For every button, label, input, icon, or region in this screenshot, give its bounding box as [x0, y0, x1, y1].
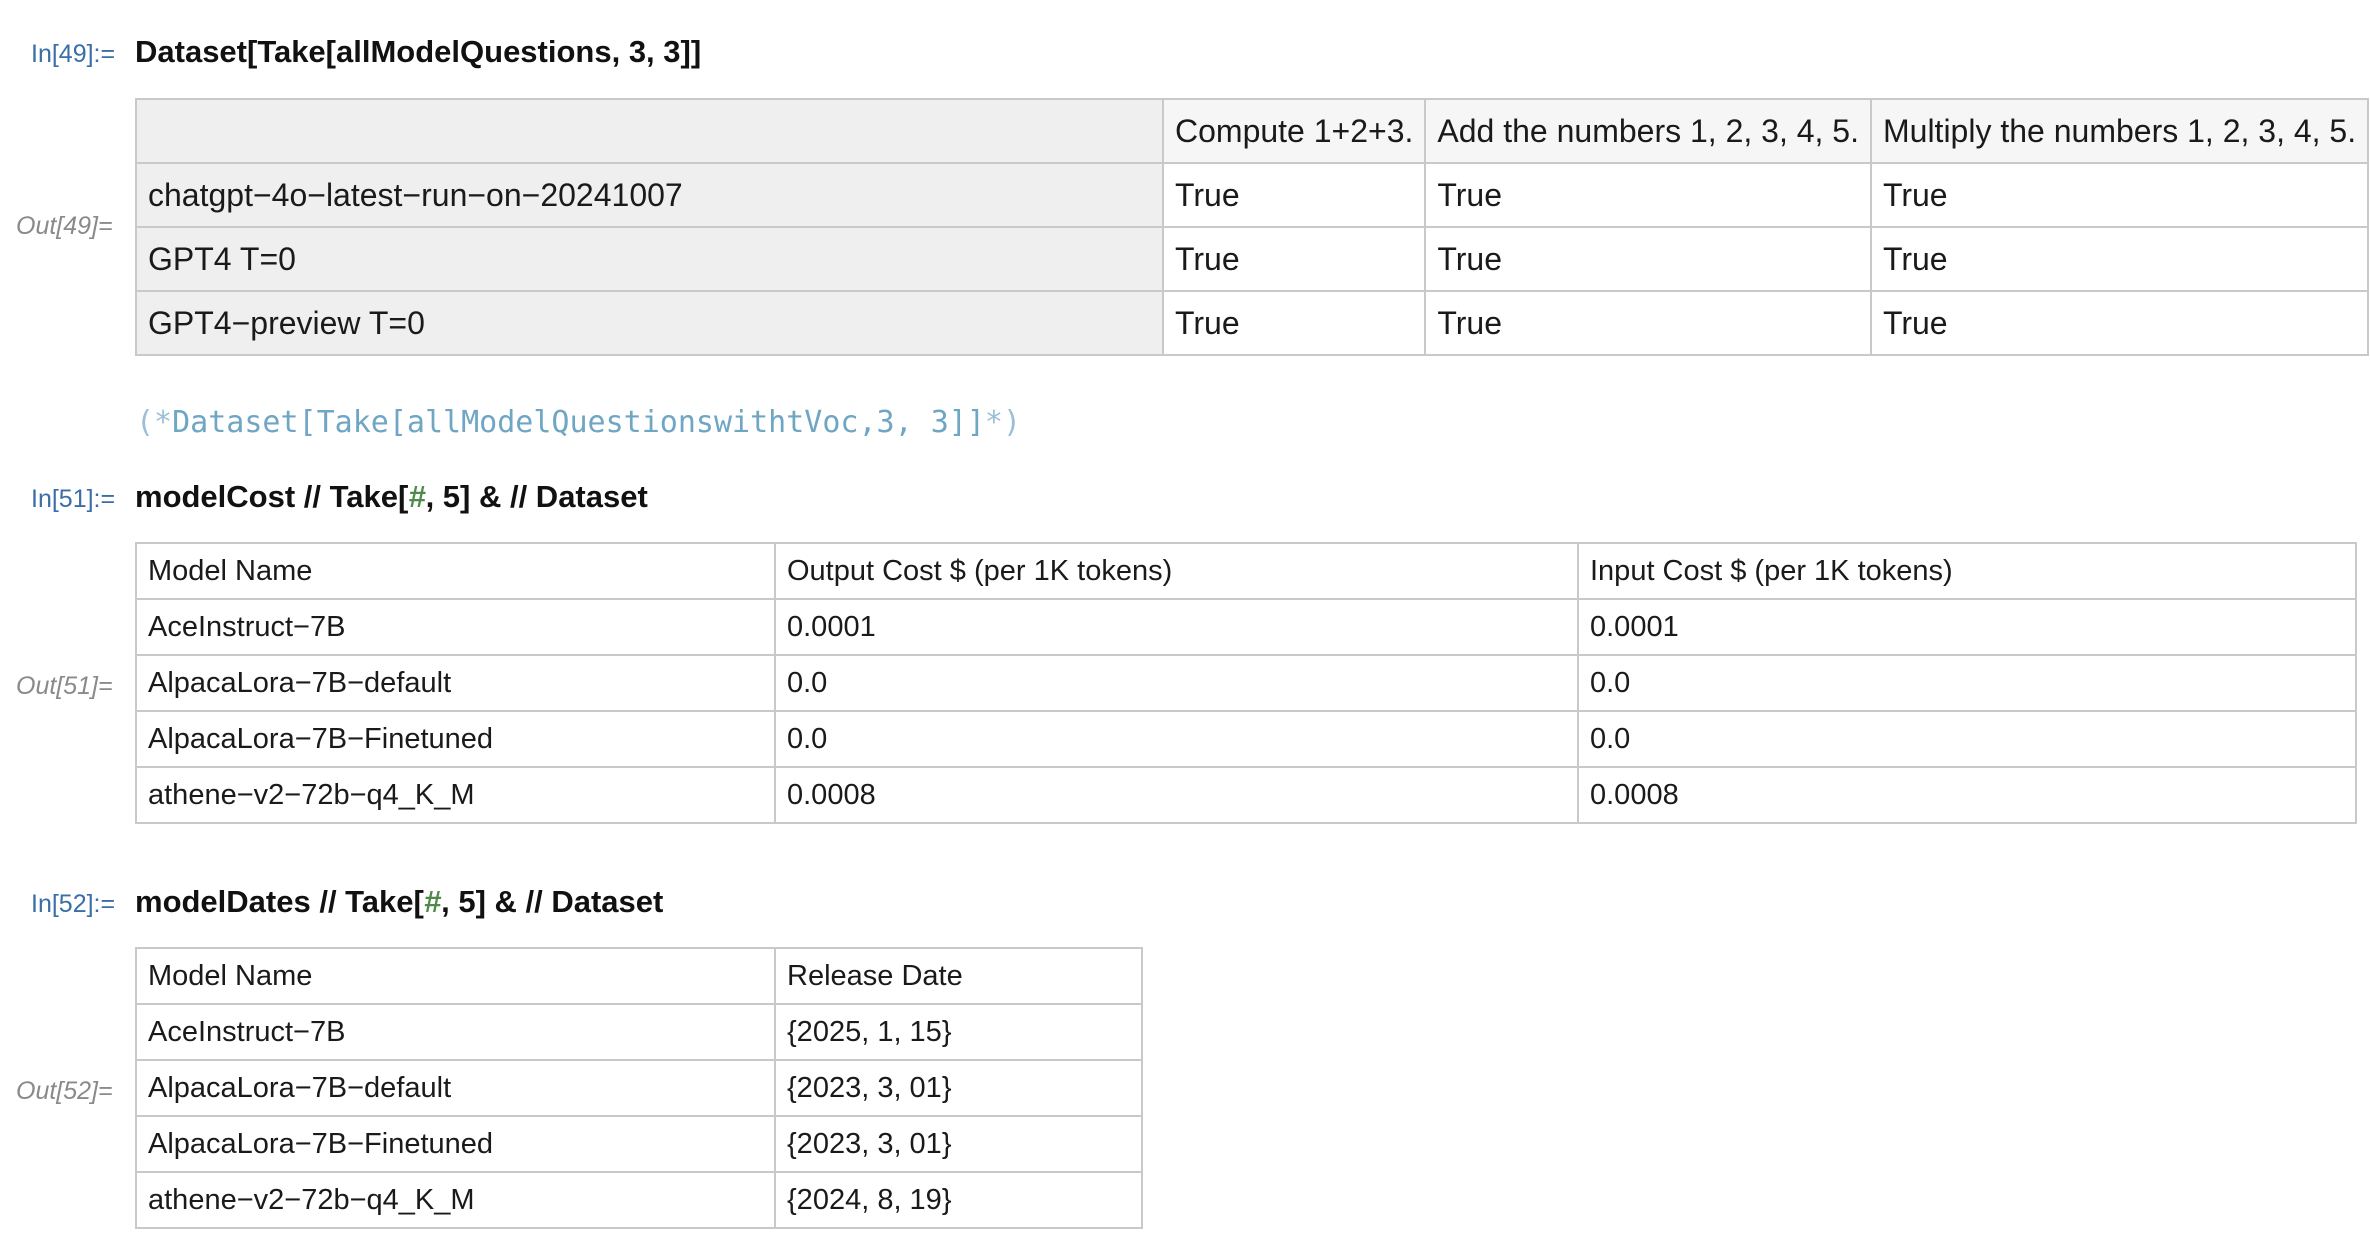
column-header[interactable]: Release Date: [774, 947, 1143, 1005]
table-row: AceInstruct−7B 0.0001 0.0001: [135, 598, 2357, 656]
comment-open: (*: [136, 405, 173, 440]
table-corner: [135, 98, 1164, 164]
table-cell: True: [1869, 162, 2370, 228]
table-cell[interactable]: AceInstruct−7B: [135, 598, 776, 656]
table-cell: True: [1424, 290, 1872, 356]
column-header[interactable]: Output Cost $ (per 1K tokens): [774, 542, 1579, 600]
table-cell: True: [1869, 290, 2370, 356]
table-cell[interactable]: AlpacaLora−7B−Finetuned: [135, 710, 776, 768]
input-expression[interactable]: modelCost // Take[#, 5] & // Dataset: [135, 479, 648, 515]
table-cell: True: [1161, 162, 1427, 228]
output-label: Out[49]=: [16, 212, 113, 240]
input-label: In[52]:=: [31, 890, 116, 918]
table-row: AlpacaLora−7B−Finetuned 0.0 0.0: [135, 710, 2357, 768]
comment-code: Dataset[Take[allModelQuestionswithtVoc,3…: [172, 405, 985, 440]
table-cell[interactable]: AceInstruct−7B: [135, 1003, 776, 1061]
code-comment[interactable]: (*Dataset[Take[allModelQuestionswithtVoc…: [136, 405, 1021, 440]
table-row: GPT4−preview T=0 True True True: [135, 290, 2370, 356]
table-cell: 0.0001: [1577, 598, 2357, 656]
column-header[interactable]: Input Cost $ (per 1K tokens): [1577, 542, 2357, 600]
row-header[interactable]: chatgpt−4o−latest−run−on−20241007: [135, 162, 1164, 228]
table-row: chatgpt−4o−latest−run−on−20241007 True T…: [135, 162, 2370, 228]
table-cell: 0.0001: [774, 598, 1579, 656]
table-cell: 0.0: [774, 710, 1579, 768]
table-cell: {2023, 3, 01}: [774, 1059, 1143, 1117]
input-label: In[51]:=: [31, 485, 116, 513]
input-expression[interactable]: Dataset[Take[allModelQuestions, 3, 3]]: [135, 34, 701, 70]
table-cell: {2024, 8, 19}: [774, 1171, 1143, 1229]
table-cell: True: [1424, 162, 1872, 228]
input-text: , 5] & // Dataset: [441, 884, 664, 919]
table-row: athene−v2−72b−q4_K_M 0.0008 0.0008: [135, 766, 2357, 824]
table-cell: True: [1161, 290, 1427, 356]
input-text: , 5] & // Dataset: [425, 479, 648, 514]
slot-symbol: #: [423, 884, 442, 919]
row-header[interactable]: GPT4 T=0: [135, 226, 1164, 292]
table-cell: True: [1424, 226, 1872, 292]
output-label: Out[52]=: [16, 1077, 113, 1105]
table-cell: True: [1869, 226, 2370, 292]
table-cell: 0.0: [774, 654, 1579, 712]
table-header-row: Model Name Release Date: [135, 947, 1143, 1005]
table-cell: 0.0: [1577, 710, 2357, 768]
column-header[interactable]: Multiply the numbers 1, 2, 3, 4, 5.: [1869, 98, 2370, 164]
column-header[interactable]: Compute 1+2+3.: [1161, 98, 1427, 164]
table-cell: 0.0: [1577, 654, 2357, 712]
comment-close: *): [984, 405, 1022, 440]
table-row: AlpacaLora−7B−Finetuned {2023, 3, 01}: [135, 1115, 1143, 1173]
input-expression[interactable]: modelDates // Take[#, 5] & // Dataset: [135, 884, 663, 920]
table-cell[interactable]: AlpacaLora−7B−default: [135, 654, 776, 712]
table-header-row: Compute 1+2+3. Add the numbers 1, 2, 3, …: [135, 98, 2370, 164]
dataset-table: Model Name Release Date AceInstruct−7B {…: [135, 947, 1143, 1229]
table-row: AceInstruct−7B {2025, 1, 15}: [135, 1003, 1143, 1061]
column-header[interactable]: Add the numbers 1, 2, 3, 4, 5.: [1424, 98, 1872, 164]
table-row: AlpacaLora−7B−default 0.0 0.0: [135, 654, 2357, 712]
column-header[interactable]: Model Name: [135, 542, 776, 600]
output-label: Out[51]=: [16, 672, 113, 700]
dataset-table: Model Name Output Cost $ (per 1K tokens)…: [135, 542, 2357, 824]
slot-symbol: #: [408, 479, 426, 514]
row-header[interactable]: GPT4−preview T=0: [135, 290, 1164, 356]
table-cell[interactable]: AlpacaLora−7B−Finetuned: [135, 1115, 776, 1173]
dataset-table: Compute 1+2+3. Add the numbers 1, 2, 3, …: [135, 98, 2370, 356]
table-row: GPT4 T=0 True True True: [135, 226, 2370, 292]
table-cell: {2025, 1, 15}: [774, 1003, 1143, 1061]
table-row: AlpacaLora−7B−default {2023, 3, 01}: [135, 1059, 1143, 1117]
table-cell[interactable]: athene−v2−72b−q4_K_M: [135, 1171, 776, 1229]
table-cell[interactable]: AlpacaLora−7B−default: [135, 1059, 776, 1117]
table-cell: 0.0008: [774, 766, 1579, 824]
column-header[interactable]: Model Name: [135, 947, 776, 1005]
table-cell[interactable]: athene−v2−72b−q4_K_M: [135, 766, 776, 824]
table-cell: {2023, 3, 01}: [774, 1115, 1143, 1173]
table-header-row: Model Name Output Cost $ (per 1K tokens)…: [135, 542, 2357, 600]
input-text: modelCost // Take[: [135, 479, 409, 514]
table-cell: 0.0008: [1577, 766, 2357, 824]
input-label: In[49]:=: [31, 40, 116, 68]
table-row: athene−v2−72b−q4_K_M {2024, 8, 19}: [135, 1171, 1143, 1229]
input-text: modelDates // Take[: [135, 884, 424, 919]
table-cell: True: [1161, 226, 1427, 292]
